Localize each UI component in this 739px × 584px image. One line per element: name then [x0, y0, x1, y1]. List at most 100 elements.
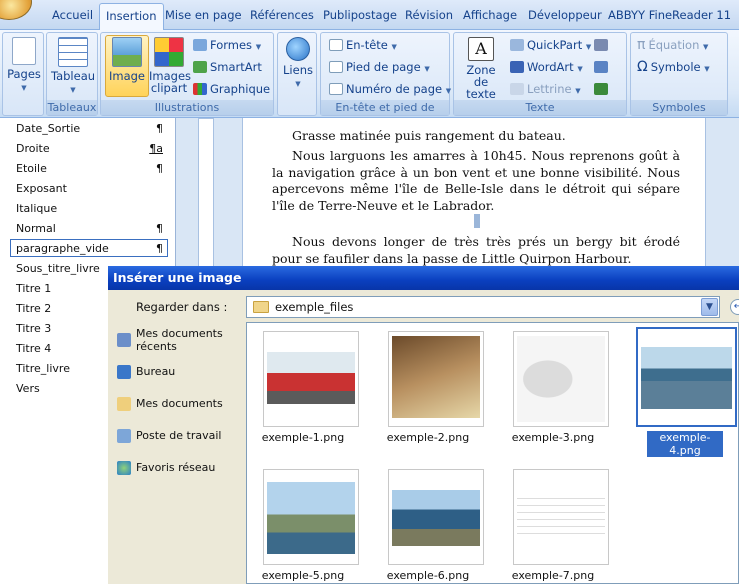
- ribbon: Pages ▼ Tableau ▼ Tableaux Image Images cl…: [0, 30, 739, 129]
- recent-documents-icon: [117, 333, 131, 347]
- lettrine-button[interactable]: Lettrine ▼: [510, 81, 581, 98]
- text-cursor: [474, 214, 480, 228]
- style-item[interactable]: Italique: [16, 200, 57, 217]
- file-name-selected[interactable]: exemple-4.png: [647, 431, 723, 457]
- file-name[interactable]: exemple-6.png: [368, 569, 488, 582]
- style-item[interactable]: Sous_titre_livre: [16, 260, 100, 277]
- place-my-documents[interactable]: Mes documents: [117, 397, 235, 411]
- place-desktop[interactable]: Bureau: [117, 365, 235, 379]
- image-button[interactable]: Image: [107, 37, 147, 82]
- style-item[interactable]: Titre 3: [16, 320, 51, 337]
- file-thumbnail[interactable]: [388, 469, 484, 565]
- formes-button[interactable]: Formes ▼: [193, 37, 261, 54]
- place-my-computer[interactable]: Poste de travail: [117, 429, 235, 443]
- smartart-button[interactable]: SmartArt: [193, 59, 262, 76]
- chevron-down-icon[interactable]: ▼: [701, 298, 718, 316]
- style-item[interactable]: Droite: [16, 140, 50, 157]
- omega-icon: Ω: [637, 59, 648, 75]
- file-name[interactable]: exemple-7.png: [493, 569, 613, 582]
- object-button[interactable]: [594, 81, 611, 98]
- chart-icon: [193, 83, 207, 95]
- map-image: [517, 336, 605, 422]
- place-label: Mes documents récents: [136, 327, 223, 353]
- file-thumbnail[interactable]: [263, 331, 359, 427]
- style-item[interactable]: Titre 4: [16, 340, 51, 357]
- document-page[interactable]: Grasse matinée puis rangement du bateau.…: [242, 118, 706, 278]
- tab-affichage[interactable]: Affichage: [463, 8, 517, 22]
- date-icon: [594, 61, 608, 73]
- file-thumbnail-view[interactable]: exemple-1.png exemple-2.png exemple-3.pn…: [246, 322, 739, 584]
- file-thumbnail[interactable]: [513, 469, 609, 565]
- entete-label: En-tête: [346, 38, 388, 52]
- file-name[interactable]: exemple-1.png: [243, 431, 363, 444]
- dialog-title-bar[interactable]: Insérer une image: [108, 266, 739, 290]
- pi-icon: π: [637, 37, 646, 53]
- computer-icon: [117, 429, 131, 443]
- clipart-icon: [154, 37, 184, 67]
- file-name[interactable]: exemple-2.png: [368, 431, 488, 444]
- tab-mise-en-page[interactable]: Mise en page: [165, 8, 242, 22]
- document-right-margin: [706, 118, 739, 284]
- style-item[interactable]: Vers: [16, 380, 40, 397]
- file-thumbnail-selected[interactable]: [636, 327, 737, 427]
- date-time-button[interactable]: [594, 59, 611, 76]
- signature-line-button[interactable]: [594, 37, 611, 54]
- style-item[interactable]: Titre 1: [16, 280, 51, 297]
- pied-de-page-button[interactable]: Pied de page ▼: [329, 59, 430, 76]
- zone-de-texte-button[interactable]: A Zone de texte: [458, 37, 504, 100]
- numero-de-page-button[interactable]: Numéro de page ▼: [329, 81, 451, 98]
- file-thumbnail[interactable]: [513, 331, 609, 427]
- tab-publipostage[interactable]: Publipostage: [323, 8, 397, 22]
- back-icon[interactable]: ←: [730, 299, 739, 315]
- folder-icon: [253, 301, 269, 313]
- object-icon: [594, 83, 608, 95]
- group-liens: Liens ▼: [277, 32, 317, 116]
- tab-insertion[interactable]: Insertion: [99, 3, 164, 31]
- group-entete: En-tête ▼ Pied de page ▼ Numéro de page …: [320, 32, 451, 129]
- tab-accueil[interactable]: Accueil: [52, 8, 93, 22]
- place-label: Favoris réseau: [136, 461, 216, 474]
- style-item[interactable]: Etoile: [16, 160, 47, 177]
- quickpart-button[interactable]: QuickPart ▼: [510, 37, 591, 54]
- entete-button[interactable]: En-tête ▼: [329, 37, 397, 54]
- insert-picture-dialog: Insérer une image Regarder dans : exempl…: [108, 266, 739, 584]
- place-network[interactable]: Favoris réseau: [117, 461, 235, 475]
- file-thumbnail[interactable]: [388, 331, 484, 427]
- vertical-ruler[interactable]: [198, 118, 214, 278]
- tableau-button[interactable]: Tableau ▼: [50, 37, 96, 96]
- people-photo: [392, 336, 480, 418]
- style-item[interactable]: Date_Sortie: [16, 120, 80, 137]
- group-symboles: π Équation ▼ Ω Symbole ▼ Symboles: [630, 32, 728, 116]
- equation-button[interactable]: π Équation ▼: [637, 37, 708, 54]
- style-item[interactable]: Normal: [16, 220, 56, 237]
- place-recent-documents[interactable]: Mes documents récents: [117, 327, 235, 353]
- symbole-button[interactable]: Ω Symbole ▼: [637, 59, 710, 76]
- selected-style-outline: [10, 239, 168, 257]
- file-thumbnail[interactable]: [263, 469, 359, 565]
- style-item[interactable]: Titre 2: [16, 300, 51, 317]
- style-item[interactable]: Titre_livre: [16, 360, 70, 377]
- liens-button[interactable]: Liens ▼: [280, 37, 316, 90]
- group-label-texte: Texte: [454, 100, 626, 115]
- sailboat-photo: [267, 482, 355, 554]
- file-name[interactable]: exemple-5.png: [243, 569, 363, 582]
- file-name[interactable]: exemple-3.png: [493, 431, 613, 444]
- tab-abbyy[interactable]: ABBYY FineReader 11: [608, 8, 731, 22]
- numero-label: Numéro de page: [346, 82, 443, 96]
- pages-button[interactable]: Pages ▼: [6, 37, 42, 94]
- equation-label: Équation: [648, 38, 700, 52]
- look-in-dropdown[interactable]: exemple_files ▼: [246, 296, 720, 318]
- wordart-button[interactable]: WordArt ▼: [510, 59, 583, 76]
- clipart-button[interactable]: Images clipart: [149, 37, 191, 94]
- tab-developpeur[interactable]: Développeur: [528, 8, 602, 22]
- group-label-entete: En-tête et pied de page: [321, 100, 449, 129]
- group-texte: A Zone de texte QuickPart ▼ WordArt ▼ Le…: [453, 32, 627, 116]
- style-item[interactable]: Exposant: [16, 180, 67, 197]
- tab-revision[interactable]: Révision: [405, 8, 453, 22]
- graphique-button[interactable]: Graphique: [193, 81, 270, 98]
- tab-references[interactable]: Références: [250, 8, 314, 22]
- place-label: Poste de travail: [136, 429, 222, 442]
- paragraph: Nous larguons les amarres à 10h45. Nous …: [272, 148, 680, 213]
- office-button[interactable]: [0, 0, 32, 20]
- pages-dropdown-arrow: ▼: [21, 84, 27, 92]
